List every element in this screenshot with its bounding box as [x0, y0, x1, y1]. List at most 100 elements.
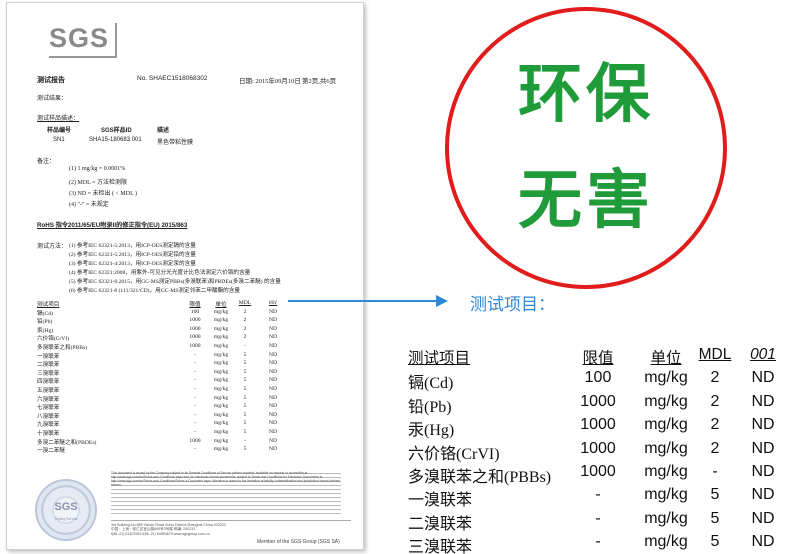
table-cell: 多溴联苯之和(PBBs)	[408, 468, 552, 486]
column-header: 测试项目	[408, 350, 471, 367]
table-row: 六价铬(CrVI) 1000 mg/kg 2 ND	[37, 334, 297, 343]
table-cell: ND	[268, 446, 278, 453]
table-cell: 二溴联苯	[408, 515, 473, 533]
table-cell: 5	[710, 509, 720, 527]
column-header: 测试项目	[37, 302, 60, 308]
table-cell: mg/kg	[644, 533, 688, 551]
table-cell: -	[595, 509, 601, 527]
column-header: MDL	[238, 300, 252, 306]
table-cell: 2	[710, 416, 720, 434]
table-cell: 5	[243, 411, 247, 418]
table-cell: 2	[710, 392, 720, 410]
table-cell: 三溴联苯	[37, 370, 60, 377]
table-row: 六溴联苯 - mg/kg 5 ND	[37, 395, 297, 404]
table-cell: 1000	[580, 392, 616, 410]
report-footer: 3rd Building,No.889 Yishan Road Xuhui Di…	[111, 520, 351, 536]
table-cell: mg/kg	[213, 377, 229, 384]
table-cell: mg/kg	[213, 420, 229, 427]
note-item: (1) 1 mg/kg = 0.0001%	[69, 166, 126, 172]
table-cell: -	[194, 368, 196, 375]
method-item: (1) 参考IEC 62321-5:2013，用ICP-OES测定镉的含量	[69, 243, 196, 249]
table-row: 九溴联苯 - mg/kg 5 ND	[37, 420, 297, 429]
table-cell: 汞(Hg)	[408, 422, 455, 440]
table-cell: ND	[268, 420, 278, 427]
table-row: 多溴联苯之和(PBBs) 1000 mg/kg - ND	[402, 463, 790, 486]
table-row: 十溴联苯 - mg/kg 5 ND	[37, 429, 297, 438]
fine-print: This document is issued by the Company s…	[111, 471, 341, 515]
table-cell: 多溴二苯醚之和(PBDEs)	[37, 439, 97, 446]
table-cell: 七溴联苯	[37, 405, 60, 412]
method-item: (5) 参考IEC 62321-6:2015，用GC-MS测定PBBs(多溴联苯…	[69, 279, 281, 285]
table-cell: 六价铬(CrVI)	[408, 445, 500, 463]
table-cell: 多溴联苯之和(PBBs)	[37, 344, 88, 351]
table-cell: ND	[268, 437, 278, 444]
table-cell: ND	[268, 308, 278, 315]
callout-arrow-line	[288, 300, 438, 302]
table-cell: mg/kg	[213, 342, 229, 349]
note-item: (4) "-" = 未规定	[69, 202, 109, 208]
table-cell: ND	[751, 462, 775, 480]
table-cell: 100	[584, 369, 612, 387]
table-cell: -	[595, 486, 601, 504]
table-cell: mg/kg	[644, 416, 688, 434]
table-row: 一溴二苯醚 - mg/kg 5 ND	[37, 446, 297, 455]
table-cell: ND	[268, 394, 278, 401]
table-cell: 5	[243, 420, 247, 427]
table-cell: mg/kg	[213, 368, 229, 375]
results-label: 测试结果：	[37, 96, 68, 102]
seal-text: SGS	[54, 501, 78, 513]
table-cell: 5	[243, 403, 247, 410]
table-cell: 1000	[580, 439, 616, 457]
table-cell: ND	[751, 533, 775, 551]
table-cell: -	[194, 394, 196, 401]
table-cell: 2	[243, 308, 247, 315]
table-cell: 1000	[189, 334, 201, 341]
table-cell: mg/kg	[213, 325, 229, 332]
table-cell: -	[595, 533, 601, 551]
member-note: Member of the SGS Group (SGS SA)	[257, 539, 340, 545]
table-cell: mg/kg	[213, 437, 229, 444]
table-cell: 2	[243, 325, 247, 332]
report-date: 日期: 2015年09月10日	[239, 78, 301, 85]
column-header: 单位	[650, 350, 682, 367]
table-cell: -	[712, 462, 718, 480]
footer-contact: t(86–21) 61402553 f(86–21) 64953679 www.…	[111, 532, 210, 536]
table-cell: ND	[751, 509, 775, 527]
zoomed-results-table: 测试项目 限值 单位 MDL 001 镉(Cd) 100 mg/kg 2 ND 铅(Pb) 1000 m…	[402, 346, 790, 554]
table-cell: ND	[268, 360, 278, 367]
report-results-table: 测试项目 限值 单位 MDL 001 镉(Cd) 100 mg/kg 2 ND 铅(Pb) 1000 m…	[37, 300, 297, 455]
table-cell: ND	[268, 351, 278, 358]
table-cell: ND	[268, 334, 278, 341]
table-cell: ND	[268, 411, 278, 418]
table-cell: -	[194, 428, 196, 435]
table-cell: mg/kg	[644, 369, 688, 387]
notes-label: 备注：	[37, 159, 56, 165]
table-cell: 1000	[580, 416, 616, 434]
table-cell: ND	[268, 403, 278, 410]
table-cell: ND	[268, 385, 278, 392]
sample-value-no: SN1	[53, 137, 65, 143]
table-row: 多溴二苯醚之和(PBDEs) 1000 mg/kg - ND	[37, 438, 297, 447]
table-cell: 5	[710, 533, 720, 551]
sample-header-no: 样品编号	[47, 128, 72, 134]
table-cell: mg/kg	[213, 317, 229, 324]
table-cell: 三溴联苯	[408, 539, 473, 554]
table-cell: mg/kg	[213, 385, 229, 392]
badge-line-2: 无害	[518, 164, 654, 238]
table-cell: -	[194, 377, 196, 384]
table-cell: ND	[268, 342, 278, 349]
table-cell: -	[194, 446, 196, 453]
table-cell: mg/kg	[644, 509, 688, 527]
table-cell: 1000	[580, 462, 616, 480]
table-row: 铅(Pb) 1000 mg/kg 2 ND	[37, 317, 297, 326]
table-cell: 2	[243, 334, 247, 341]
table-header-row: 测试项目 限值 单位 MDL 001	[402, 346, 790, 369]
column-header: MDL	[698, 346, 732, 363]
callout-title: 测试项目：	[470, 295, 555, 315]
eco-badge: 环保 无害	[445, 7, 727, 289]
table-row: 一溴联苯 - mg/kg 5 ND	[37, 352, 297, 361]
table-cell: 5	[243, 394, 247, 401]
table-row: 五溴联苯 - mg/kg 5 ND	[37, 386, 297, 395]
table-row: 多溴联苯之和(PBBs) 1000 mg/kg - ND	[37, 343, 297, 352]
table-row: 一溴联苯 - mg/kg 5 ND	[402, 486, 790, 509]
